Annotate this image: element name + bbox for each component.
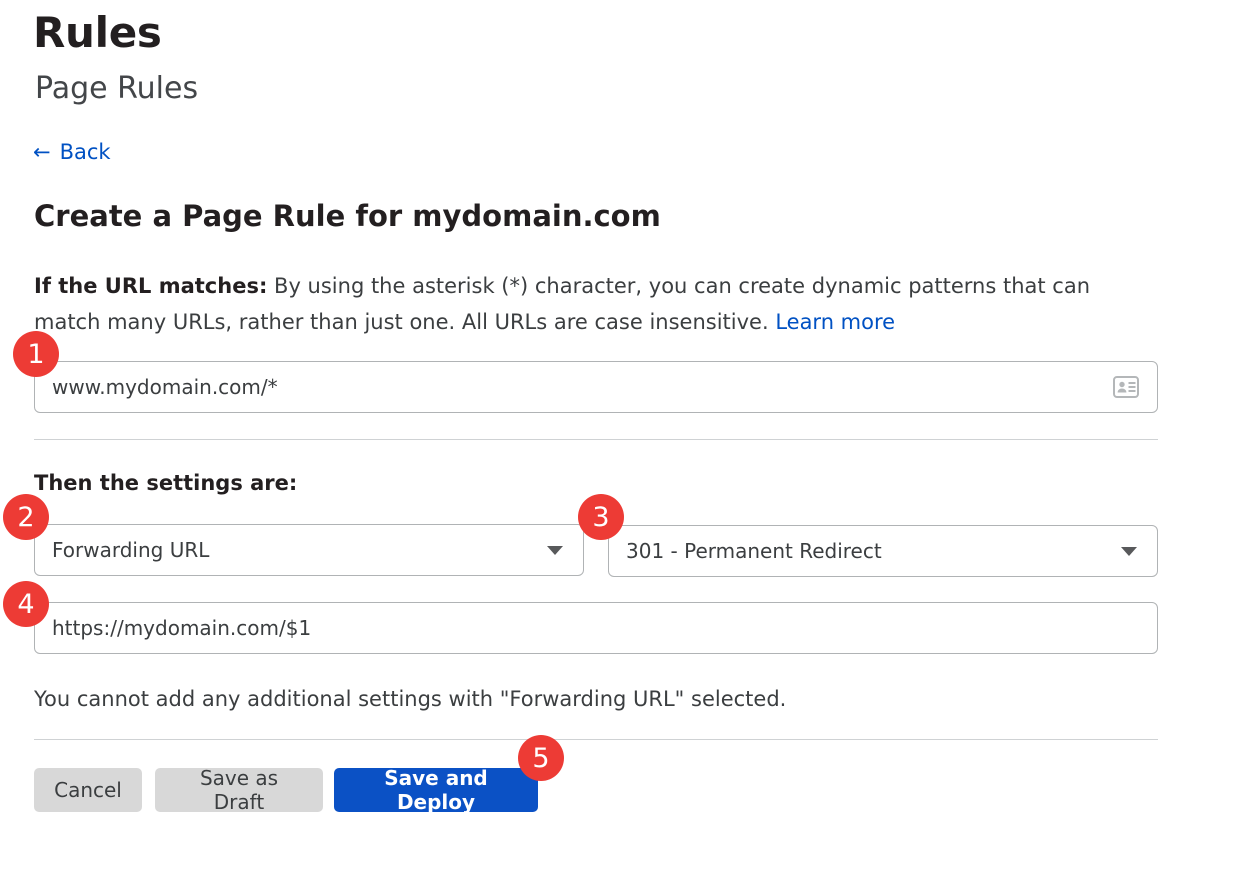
url-match-label: If the URL matches: — [34, 274, 268, 298]
destination-url-input[interactable]: https://mydomain.com/$1 — [34, 602, 1158, 654]
page-rules-create-screen: Rules Page Rules ← Back Create a Page Ru… — [0, 0, 1253, 884]
step-badge-1: 1 — [13, 331, 59, 377]
divider-bottom — [34, 739, 1158, 740]
url-match-input[interactable]: www.mydomain.com/* — [34, 361, 1158, 413]
status-code-select[interactable]: 301 - Permanent Redirect — [608, 525, 1158, 577]
url-match-input-value: www.mydomain.com/* — [52, 375, 278, 399]
step-badge-5: 5 — [518, 735, 564, 781]
form-title: Create a Page Rule for mydomain.com — [34, 199, 661, 233]
learn-more-link[interactable]: Learn more — [775, 310, 895, 334]
arrow-left-icon: ← — [33, 139, 51, 164]
url-match-description: If the URL matches: By using the asteris… — [34, 268, 1144, 340]
step-badge-3: 3 — [578, 494, 624, 540]
step-badge-2: 2 — [3, 494, 49, 540]
page-title: Rules — [33, 8, 162, 57]
settings-note: You cannot add any additional settings w… — [34, 687, 787, 711]
chevron-down-icon — [1121, 546, 1137, 556]
chevron-down-icon — [547, 545, 563, 555]
back-link[interactable]: ← Back — [33, 140, 111, 164]
step-badge-4: 4 — [3, 581, 49, 627]
status-code-select-value: 301 - Permanent Redirect — [626, 539, 882, 563]
save-and-deploy-button[interactable]: Save and Deploy — [334, 766, 538, 814]
page-subtitle: Page Rules — [35, 71, 199, 106]
action-select-value: Forwarding URL — [52, 538, 210, 562]
divider-top — [34, 439, 1158, 440]
back-link-label: Back — [59, 140, 111, 164]
settings-label: Then the settings are: — [34, 471, 298, 495]
action-select[interactable]: Forwarding URL — [34, 524, 584, 576]
destination-url-input-value: https://mydomain.com/$1 — [52, 616, 312, 640]
save-as-draft-button[interactable]: Save as Draft — [155, 766, 323, 814]
cancel-button[interactable]: Cancel — [34, 768, 142, 812]
contact-card-icon[interactable] — [1113, 376, 1139, 398]
